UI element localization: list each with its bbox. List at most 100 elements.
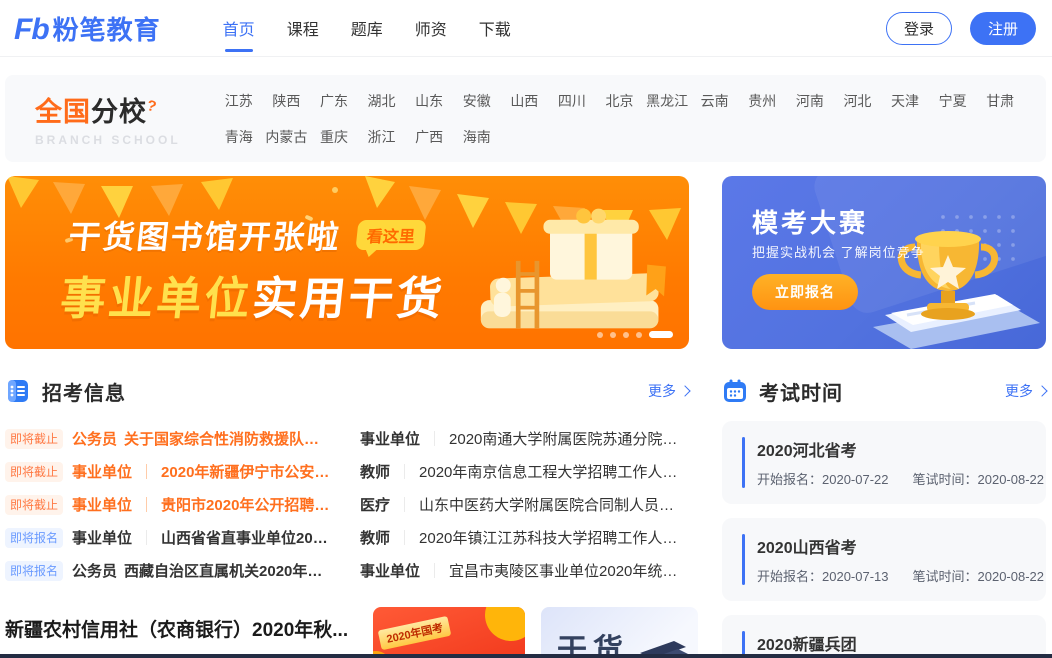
carousel-dot-3[interactable] <box>623 332 629 338</box>
province-link-tianjin[interactable]: 天津 <box>881 91 929 111</box>
province-link-qinghai[interactable]: 青海 <box>215 127 263 147</box>
promo-card-ganhuo[interactable]: 干货 <box>541 607 698 658</box>
province-link-shanxi[interactable]: 山西 <box>501 91 549 111</box>
province-link-chongqing[interactable]: 重庆 <box>310 127 358 147</box>
status-badge-upcoming: 即将报名 <box>5 528 63 548</box>
province-link-hebei[interactable]: 河北 <box>834 91 882 111</box>
province-link-guangxi[interactable]: 广西 <box>405 127 453 147</box>
recruit-list: 即将截止 公务员 关于国家综合性消防救援队伍20... 即将截止 事业单位 ｜ … <box>5 422 689 587</box>
branch-school-subtitle: BRANCH SCHOOL <box>35 133 187 147</box>
recruit-item-title: 宜昌市夷陵区事业单位2020年统一公开... <box>449 560 689 581</box>
recruit-item[interactable]: 事业单位 ｜ 2020南通大学附属医院苏通分院公开招... <box>360 422 689 455</box>
bottom-article-heading[interactable]: 新疆农村信用社（农商银行）2020年秋... <box>5 607 357 642</box>
carousel-dot-5-active[interactable] <box>649 331 673 338</box>
carousel-dot-4[interactable] <box>636 332 642 338</box>
recruit-item[interactable]: 事业单位 ｜ 宜昌市夷陵区事业单位2020年统一公开... <box>360 554 689 587</box>
main-nav: 首页 课程 题库 师资 下载 <box>207 0 527 57</box>
recruit-item-title: 关于国家综合性消防救援队伍20... <box>124 428 334 449</box>
branch-title-mark: ? <box>145 97 159 116</box>
province-link-shandong[interactable]: 山东 <box>405 91 453 111</box>
recruit-item[interactable]: 即将报名 事业单位 ｜ 山西省省直事业单位2020年公... <box>5 521 334 554</box>
recruit-item-title: 山东中医药大学附属医院合同制人员招聘84... <box>419 494 689 515</box>
province-link-neimenggu[interactable]: 内蒙古 <box>263 127 311 147</box>
branch-title-primary: 全国 <box>35 97 91 127</box>
province-link-ningxia[interactable]: 宁夏 <box>929 91 977 111</box>
exam-more-link[interactable]: 更多 <box>1005 381 1046 401</box>
province-link-guangdong[interactable]: 广东 <box>310 91 358 111</box>
recruit-item[interactable]: 即将截止 事业单位 ｜ 贵阳市2020年公开招聘市卫生... <box>5 488 334 521</box>
branch-school-panel: 全国分校? BRANCH SCHOOL 江苏 陕西 广东 湖北 山东 安徽 山西… <box>5 75 1046 162</box>
category-label: 公务员 <box>72 428 117 449</box>
exam-dates: 开始报名：2020-07-13 笔试时间：2020-08-22 <box>757 566 1026 585</box>
province-links: 江苏 陕西 广东 湖北 山东 安徽 山西 四川 北京 黑龙江 云南 贵州 河南 … <box>215 91 1024 147</box>
recruit-item[interactable]: 医疗 ｜ 山东中医药大学附属医院合同制人员招聘84... <box>360 488 689 521</box>
category-label: 事业单位 <box>72 527 132 548</box>
recruit-list-left-column: 即将截止 公务员 关于国家综合性消防救援队伍20... 即将截止 事业单位 ｜ … <box>5 422 334 587</box>
promo-badge: 2020年国考 <box>378 616 452 650</box>
recruit-item[interactable]: 教师 ｜ 2020年南京信息工程大学招聘工作人员86人... <box>360 455 689 488</box>
exam-card-xinjiang[interactable]: 2020新疆兵团 开始报名：2020-07-13 笔试时间：2020-08-22 <box>722 615 1046 658</box>
banner-bubble-label: 看这里 <box>355 220 426 250</box>
carousel-dot-1[interactable] <box>597 332 603 338</box>
fenbi-logo[interactable]: Fb 粉笔教育 <box>14 10 161 47</box>
recruit-item-title: 2020南通大学附属医院苏通分院公开招... <box>449 428 689 449</box>
divider: ｜ <box>139 494 154 515</box>
recruit-item-title: 西藏自治区直属机关2020年度公... <box>124 560 334 581</box>
login-button[interactable]: 登录 <box>886 12 952 45</box>
recruit-item[interactable]: 即将截止 事业单位 ｜ 2020年新疆伊宁市公安局现面... <box>5 455 334 488</box>
exam-section-header: 考试时间 更多 <box>722 375 1046 407</box>
mock-exam-banner[interactable]: 模考大赛 把握实战机会 了解岗位竞争 立即报名 <box>722 176 1046 349</box>
banner-subheadline: 事业单位实用干货 <box>58 262 449 327</box>
divider: ｜ <box>427 560 442 581</box>
fenbi-logo-icon: Fb <box>14 13 49 47</box>
recruit-item[interactable]: 即将截止 公务员 关于国家综合性消防救援队伍20... <box>5 422 334 455</box>
province-link-gansu[interactable]: 甘肃 <box>976 91 1024 111</box>
province-link-shaanxi[interactable]: 陕西 <box>263 91 311 111</box>
status-badge-ending: 即将截止 <box>5 429 63 449</box>
promo-card-guokao[interactable]: 2020年国考 <box>373 607 525 658</box>
divider: ｜ <box>139 527 154 548</box>
books-stack-icon <box>634 619 692 658</box>
province-link-hubei[interactable]: 湖北 <box>358 91 406 111</box>
exam-start-date: 开始报名：2020-07-13 <box>757 566 889 585</box>
province-link-yunnan[interactable]: 云南 <box>691 91 739 111</box>
province-link-guizhou[interactable]: 贵州 <box>738 91 786 111</box>
content-row: 招考信息 更多 即将截止 公务员 关于国家综合性消防救援队伍20... 即将截止 <box>5 375 1046 658</box>
exam-dates: 开始报名：2020-07-22 笔试时间：2020-08-22 <box>757 469 1026 488</box>
province-link-henan[interactable]: 河南 <box>786 91 834 111</box>
category-label: 事业单位 <box>360 560 420 581</box>
province-link-sichuan[interactable]: 四川 <box>548 91 596 111</box>
nav-download[interactable]: 下载 <box>463 0 527 57</box>
fenbi-home-page: Fb 粉笔教育 首页 课程 题库 师资 下载 登录 注册 全国分校? BRANC… <box>0 0 1052 658</box>
divider: ｜ <box>397 527 412 548</box>
province-link-heilongjiang[interactable]: 黑龙江 <box>643 91 691 111</box>
register-button[interactable]: 注册 <box>970 12 1036 45</box>
nav-teachers[interactable]: 师资 <box>399 0 463 57</box>
below-fold-edge <box>0 654 1052 658</box>
signup-now-button[interactable]: 立即报名 <box>752 274 858 310</box>
exam-name: 2020新疆兵团 <box>757 631 1026 655</box>
province-link-jiangsu[interactable]: 江苏 <box>215 91 263 111</box>
exam-written-date: 笔试时间：2020-08-22 <box>913 469 1045 488</box>
exam-time-section: 考试时间 更多 2020河北省考 开始报名：2020-07-22 笔试时间：20… <box>722 375 1046 658</box>
province-link-anhui[interactable]: 安徽 <box>453 91 501 111</box>
mock-exam-title: 模考大赛 <box>752 203 868 240</box>
recruit-item[interactable]: 即将报名 公务员 西藏自治区直属机关2020年度公... <box>5 554 334 587</box>
exam-start-date: 开始报名：2020-07-22 <box>757 469 889 488</box>
carousel-dot-2[interactable] <box>610 332 616 338</box>
trophy-illustration <box>855 211 1040 349</box>
province-link-beijing[interactable]: 北京 <box>596 91 644 111</box>
nav-courses[interactable]: 课程 <box>271 0 335 57</box>
recruit-item[interactable]: 教师 ｜ 2020年镇江江苏科技大学招聘工作人员77人... <box>360 521 689 554</box>
nav-home[interactable]: 首页 <box>207 0 271 57</box>
province-link-zhejiang[interactable]: 浙江 <box>358 127 406 147</box>
exam-card-shanxi[interactable]: 2020山西省考 开始报名：2020-07-13 笔试时间：2020-08-22 <box>722 518 1046 601</box>
nav-question-bank[interactable]: 题库 <box>335 0 399 57</box>
main-carousel-banner[interactable]: 干货图书馆开张啦 看这里 事业单位实用干货 <box>5 176 689 349</box>
province-link-hainan[interactable]: 海南 <box>453 127 501 147</box>
recruit-more-link[interactable]: 更多 <box>648 381 689 401</box>
exam-card-hebei[interactable]: 2020河北省考 开始报名：2020-07-22 笔试时间：2020-08-22 <box>722 421 1046 504</box>
mock-exam-subtitle: 把握实战机会 了解岗位竞争 <box>752 242 925 261</box>
recruit-item-title: 2020年新疆伊宁市公安局现面... <box>161 461 334 482</box>
branch-title-secondary: 分校 <box>91 97 147 127</box>
